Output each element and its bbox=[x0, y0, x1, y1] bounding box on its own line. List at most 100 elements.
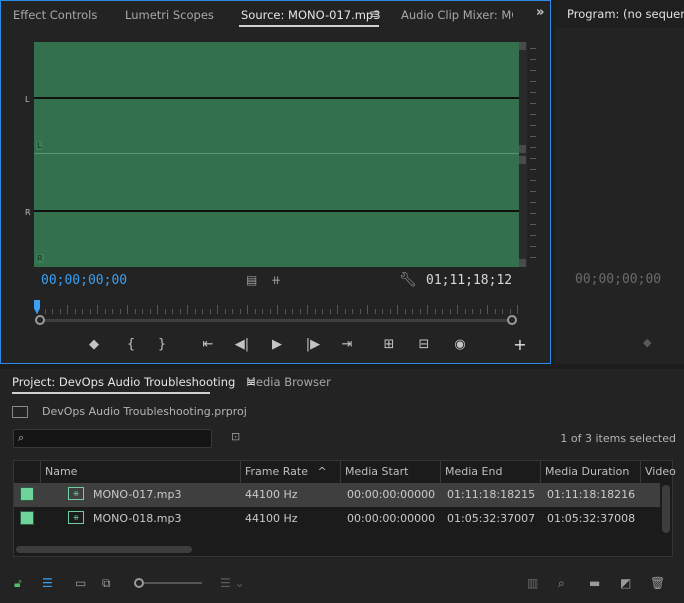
step-back-icon[interactable]: ◀| bbox=[233, 337, 251, 352]
ruler-tick bbox=[217, 305, 218, 314]
program-timecode[interactable]: 00;00;00;00 bbox=[575, 272, 661, 287]
marker-icon[interactable]: ◆ bbox=[85, 337, 103, 352]
project-items-table: Name Frame Rate ^ Media Start Media End … bbox=[13, 460, 676, 557]
program-title[interactable]: Program: (no sequences bbox=[567, 7, 684, 21]
lock-icon[interactable]: 🔓︎ bbox=[14, 576, 22, 591]
ruler-tick bbox=[487, 305, 488, 314]
play-icon[interactable]: ▶ bbox=[268, 337, 286, 352]
ruler-tick bbox=[142, 309, 143, 314]
tab-lumetri-scopes[interactable]: Lumetri Scopes bbox=[125, 8, 214, 22]
go-to-out-icon[interactable]: ⇥ bbox=[338, 337, 356, 352]
label-color-swatch[interactable] bbox=[20, 511, 34, 525]
ruler-tick bbox=[254, 309, 256, 314]
column-media-duration[interactable]: Media Duration bbox=[540, 461, 640, 483]
column-video[interactable]: Video bbox=[640, 461, 676, 483]
ruler-tick bbox=[172, 309, 173, 314]
tab-project[interactable]: Project: DevOps Audio Troubleshooting ≡ bbox=[12, 375, 256, 389]
column-media-start[interactable]: Media Start bbox=[340, 461, 440, 483]
mark-in-icon[interactable]: { bbox=[122, 337, 140, 352]
new-item-icon[interactable]: ◩ bbox=[620, 576, 631, 590]
find-icon[interactable]: ⌕ bbox=[558, 576, 565, 591]
project-panel: Project: DevOps Audio Troubleshooting ≡ … bbox=[0, 369, 684, 603]
level-tick bbox=[530, 114, 536, 115]
audio-level-scale[interactable] bbox=[519, 42, 527, 267]
go-to-in-icon[interactable]: ⇤ bbox=[199, 337, 217, 352]
zoom-slider-handle[interactable] bbox=[134, 578, 144, 588]
level-tick bbox=[530, 48, 536, 49]
column-name[interactable]: Name bbox=[40, 461, 240, 483]
marker-icon[interactable]: ◆ bbox=[643, 336, 651, 349]
ruler-tick bbox=[232, 309, 233, 314]
freeform-view-icon[interactable]: ⧉ bbox=[102, 576, 111, 591]
level-tick bbox=[530, 246, 536, 247]
overflow-chevron-icon[interactable]: » bbox=[536, 5, 544, 20]
zoom-scrollbar-left-handle[interactable] bbox=[35, 315, 45, 325]
zoom-scrollbar[interactable] bbox=[41, 319, 513, 322]
active-tab-indicator bbox=[239, 25, 379, 27]
audio-file-icon: ⧺ bbox=[68, 487, 84, 500]
tab-source[interactable]: Source: MONO-017.mp3 bbox=[241, 8, 381, 22]
row-media-end: 01:11:18:18215 bbox=[447, 488, 536, 501]
ruler-tick bbox=[404, 309, 406, 314]
ruler-tick bbox=[59, 309, 61, 314]
ruler-tick bbox=[52, 309, 53, 314]
time-ruler[interactable] bbox=[37, 300, 518, 314]
tab-media-browser[interactable]: Media Browser bbox=[246, 375, 331, 389]
ruler-tick bbox=[292, 309, 293, 314]
channel-divider bbox=[34, 153, 519, 154]
ruler-tick bbox=[127, 305, 128, 314]
icon-view-icon[interactable]: ▭ bbox=[75, 576, 86, 590]
ruler-tick bbox=[352, 309, 353, 314]
ruler-tick bbox=[269, 309, 271, 314]
row-media-start: 00:00:00:00000 bbox=[347, 488, 436, 501]
ruler-tick bbox=[44, 309, 46, 314]
zoom-scrollbar-right-handle[interactable] bbox=[507, 315, 517, 325]
audio-waveform[interactable]: L R bbox=[34, 42, 519, 267]
new-search-bin-icon[interactable]: ⊡ bbox=[231, 430, 240, 443]
ruler-tick bbox=[502, 309, 503, 314]
sort-ascending-icon: ^ bbox=[317, 465, 327, 478]
vertical-scrollbar[interactable] bbox=[662, 485, 670, 533]
level-ticks bbox=[530, 42, 540, 267]
table-row[interactable]: ⧺ MONO-017.mp3 44100 Hz 00:00:00:00000 0… bbox=[14, 483, 660, 507]
list-view-icon[interactable]: ☰ bbox=[42, 576, 53, 590]
add-button-icon[interactable]: + bbox=[511, 335, 529, 354]
ruler-tick bbox=[112, 309, 113, 314]
ruler-tick bbox=[239, 309, 241, 314]
automate-icon[interactable]: ▥ bbox=[527, 576, 538, 590]
ruler-tick bbox=[82, 309, 83, 314]
tab-effect-controls[interactable]: Effect Controls bbox=[13, 8, 97, 22]
level-tick bbox=[530, 136, 536, 137]
ruler-tick bbox=[419, 309, 421, 314]
export-frame-icon[interactable]: ◉ bbox=[451, 337, 469, 352]
ruler-tick bbox=[494, 309, 496, 314]
sort-icon[interactable]: ☰ ⌄ bbox=[220, 576, 245, 590]
source-current-timecode[interactable]: 00;00;00;00 bbox=[41, 273, 127, 288]
horizontal-scrollbar[interactable] bbox=[16, 546, 192, 553]
search-input[interactable]: ⌕ bbox=[13, 429, 212, 448]
waveform-left-tag: L bbox=[36, 141, 43, 150]
ruler-tick bbox=[284, 309, 286, 314]
ruler-tick bbox=[119, 309, 121, 314]
ruler-tick bbox=[299, 309, 301, 314]
trash-icon[interactable]: 🗑︎ bbox=[650, 576, 665, 590]
row-name: MONO-018.mp3 bbox=[93, 512, 182, 525]
mark-out-icon[interactable]: } bbox=[153, 337, 171, 352]
column-frame-rate[interactable]: Frame Rate ^ bbox=[240, 461, 340, 483]
film-icon[interactable]: ▤ bbox=[246, 273, 257, 287]
ruler-tick bbox=[247, 305, 248, 314]
source-menu-icon[interactable]: ≡ bbox=[369, 7, 379, 21]
selection-count: 1 of 3 items selected bbox=[560, 432, 676, 445]
wrench-icon[interactable]: 🔧︎ bbox=[399, 272, 417, 288]
step-forward-icon[interactable]: |▶ bbox=[304, 337, 322, 352]
table-row[interactable]: ⧺ MONO-018.mp3 44100 Hz 00:00:00:00000 0… bbox=[14, 507, 660, 531]
overwrite-icon[interactable]: ⊟ bbox=[415, 337, 433, 352]
column-media-end[interactable]: Media End bbox=[440, 461, 540, 483]
new-bin-icon[interactable]: ▬ bbox=[589, 576, 600, 590]
insert-icon[interactable]: ⊞ bbox=[380, 337, 398, 352]
tab-audio-clip-mixer[interactable]: Audio Clip Mixer: MON bbox=[401, 8, 513, 22]
zoom-slider-track[interactable] bbox=[144, 582, 202, 584]
waveform-icon[interactable]: ⧺ bbox=[271, 273, 281, 287]
row-name: MONO-017.mp3 bbox=[93, 488, 182, 501]
label-color-swatch[interactable] bbox=[20, 487, 34, 501]
